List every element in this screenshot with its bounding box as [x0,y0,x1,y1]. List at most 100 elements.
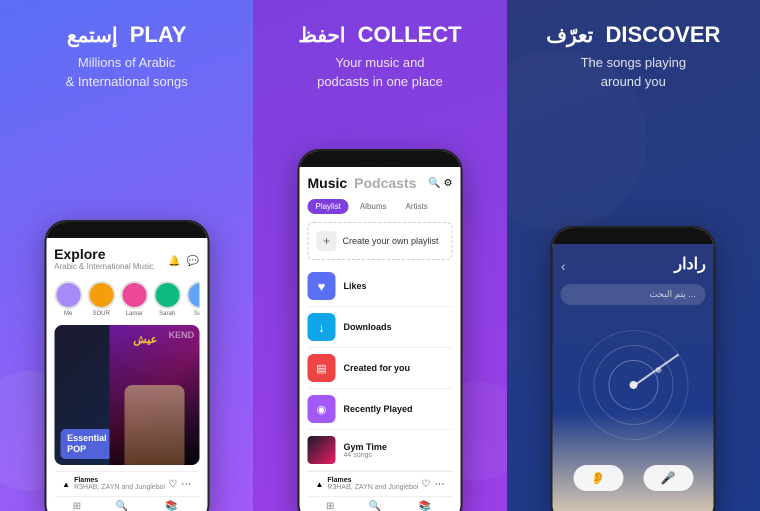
phone-screen-2: Music Podcasts 🔍 ⚙ Playlist Albums Artis… [299,167,460,511]
panel-1-title: إستمع PLAY [66,22,188,48]
screen-1-top-row: Explore Arabic & International Music 🔔 💬 [54,246,199,277]
downloads-icon: ↓ [307,313,335,341]
radar-listen-btn[interactable]: 👂 [573,465,623,491]
search-icon-3: 🔍 [369,501,381,511]
featured-card: عيش KEND Essential POP [54,325,199,465]
recent-icon: ◉ [307,395,335,423]
explore-icon: ⊞ [73,501,81,511]
now-playing: Flames R3HAB, ZAYN and Jungleboi [74,477,168,491]
phone-mockup-3: ‹ رادار يتم البحث ... 👂 🎤 [551,226,716,511]
avatar-circle [54,281,82,309]
back-icon[interactable]: ‹ [561,258,566,274]
heart-icon-2: ♡ [422,479,431,490]
phone-notch-3 [553,228,714,244]
now-playing-info-2: Flames R3HAB, ZAYN and Jungleboi [327,477,418,491]
heart-icon: ♡ [168,479,177,490]
card-label: Essential POP [60,429,114,459]
panel-2-title: احفظ COLLECT [298,22,461,48]
phone-mockup-1: Explore Arabic & International Music 🔔 💬… [44,220,209,511]
panel-play: إستمع PLAY Millions of Arabic & Internat… [0,0,253,511]
radar-visual [561,325,706,445]
panel-3-title: تعرّف DISCOVER [546,22,720,48]
panel-3-subtitle: The songs playing around you [546,54,720,90]
tab-artists[interactable]: Artists [398,199,436,214]
library-icon: 📚 [165,501,177,511]
playlist-item-recent[interactable]: ◉ Recently Played [307,389,452,430]
avatar-item: Sa... [186,281,199,317]
explore-title: Explore Arabic & International Music [54,246,154,277]
avatar-circle [87,281,115,309]
plus-icon: + [316,231,336,251]
avatar-item: Me [54,281,82,317]
tab-pills: Playlist Albums Artists [307,199,452,214]
avatar-list: Me SOUR Lamar Sarah Sa... [54,281,199,317]
nav-explore-2[interactable]: ⊞ Explore [320,501,340,511]
radar-search: يتم البحث ... [561,284,706,305]
nav-search[interactable]: 🔍 Search [112,501,131,511]
playlist-item-created[interactable]: ▤ Created for you [307,348,452,389]
tab-albums[interactable]: Albums [352,199,395,214]
likes-icon: ♥ [307,272,335,300]
avatar-item: SOUR [87,281,115,317]
panel-2-subtitle: Your music and podcasts in one place [298,54,461,90]
avatar-circle [120,281,148,309]
radar-mic-btn[interactable]: 🎤 [643,465,693,491]
panel-1-header: إستمع PLAY Millions of Arabic & Internat… [56,0,198,101]
radar-title: رادار [674,254,705,274]
phone-screen-1: Explore Arabic & International Music 🔔 💬… [46,238,207,511]
nav-library-2[interactable]: 📚 Your library [410,501,440,511]
explore-icon-2: ⊞ [326,501,334,511]
created-icon: ▤ [307,354,335,382]
bottom-nav-2: ⊞ Explore 🔍 Search 📚 Your library [307,496,452,511]
nav-search-2[interactable]: 🔍 Search [366,501,385,511]
radar-center-dot [629,381,637,389]
mic-icon: 🎤 [661,471,676,485]
settings-icon: ⚙ [444,178,453,189]
podcasts-label: Podcasts [354,175,416,191]
search-icon-2: 🔍 [428,178,440,189]
nav-library[interactable]: 📚 Your library [156,501,186,511]
bottom-nav-1: ⊞ Explore 🔍 Search 📚 Your library [54,496,199,511]
panel-collect: احفظ COLLECT Your music and podcasts in … [253,0,506,511]
screen-tab-icons: 🔍 ⚙ [428,178,452,189]
playlist-item-downloads[interactable]: ↓ Downloads [307,307,452,348]
create-playlist-btn[interactable]: + Create your own playlist [307,222,452,260]
bell-icon: 🔔 [168,256,180,267]
panel-3-header: تعرّف DISCOVER The songs playing around … [536,0,730,101]
radar-top-row: ‹ رادار [561,254,706,278]
search-icon: 🔍 [116,501,128,511]
panel-discover: تعرّف DISCOVER The songs playing around … [507,0,760,511]
chat-icon: 💬 [187,256,199,267]
phone-mockup-2: Music Podcasts 🔍 ⚙ Playlist Albums Artis… [297,149,462,511]
phone-screen-3: ‹ رادار يتم البحث ... 👂 🎤 [553,244,714,511]
avatar-item: Lamar [120,281,148,317]
library-icon-2: 📚 [419,501,431,511]
playlist-item-gym[interactable]: Gym Time 44 songs [307,430,452,471]
avatar-item: Sarah [153,281,181,317]
now-playing-bar-2[interactable]: ▲ Flames R3HAB, ZAYN and Jungleboi ♡ ⋯ [307,471,452,496]
phone-notch-2 [299,151,460,167]
panel-1-subtitle: Millions of Arabic & International songs [66,54,188,90]
radar-controls: 👂 🎤 [561,465,706,491]
phone-notch-1 [46,222,207,238]
gym-info: Gym Time 44 songs [343,442,386,459]
avatar-circle [153,281,181,309]
more-icon: ⋯ [181,479,191,490]
card-art [109,325,199,465]
play-icon-2: ▲ [315,480,323,489]
nav-explore[interactable]: ⊞ Explore [67,501,87,511]
playlist-item-likes[interactable]: ♥ Likes [307,266,452,307]
now-playing-info: Flames R3HAB, ZAYN and Jungleboi [74,477,165,491]
listen-icon: 👂 [591,471,606,485]
avatar-circle [186,281,199,309]
screen-tabs: Music Podcasts 🔍 ⚙ [307,175,452,191]
now-playing-bar[interactable]: ▲ Flames R3HAB, ZAYN and Jungleboi ♡ ⋯ [54,471,199,496]
panel-2-header: احفظ COLLECT Your music and podcasts in … [288,0,471,101]
screen-1-icons: 🔔 💬 [168,256,199,267]
panel-1-title-english: PLAY [130,22,187,47]
panel-1-title-arabic: إستمع [67,25,118,47]
tab-playlist[interactable]: Playlist [307,199,348,214]
now-playing-2: Flames R3HAB, ZAYN and Jungleboi [327,477,421,491]
gym-thumb [307,436,335,464]
play-icon: ▲ [62,480,70,489]
